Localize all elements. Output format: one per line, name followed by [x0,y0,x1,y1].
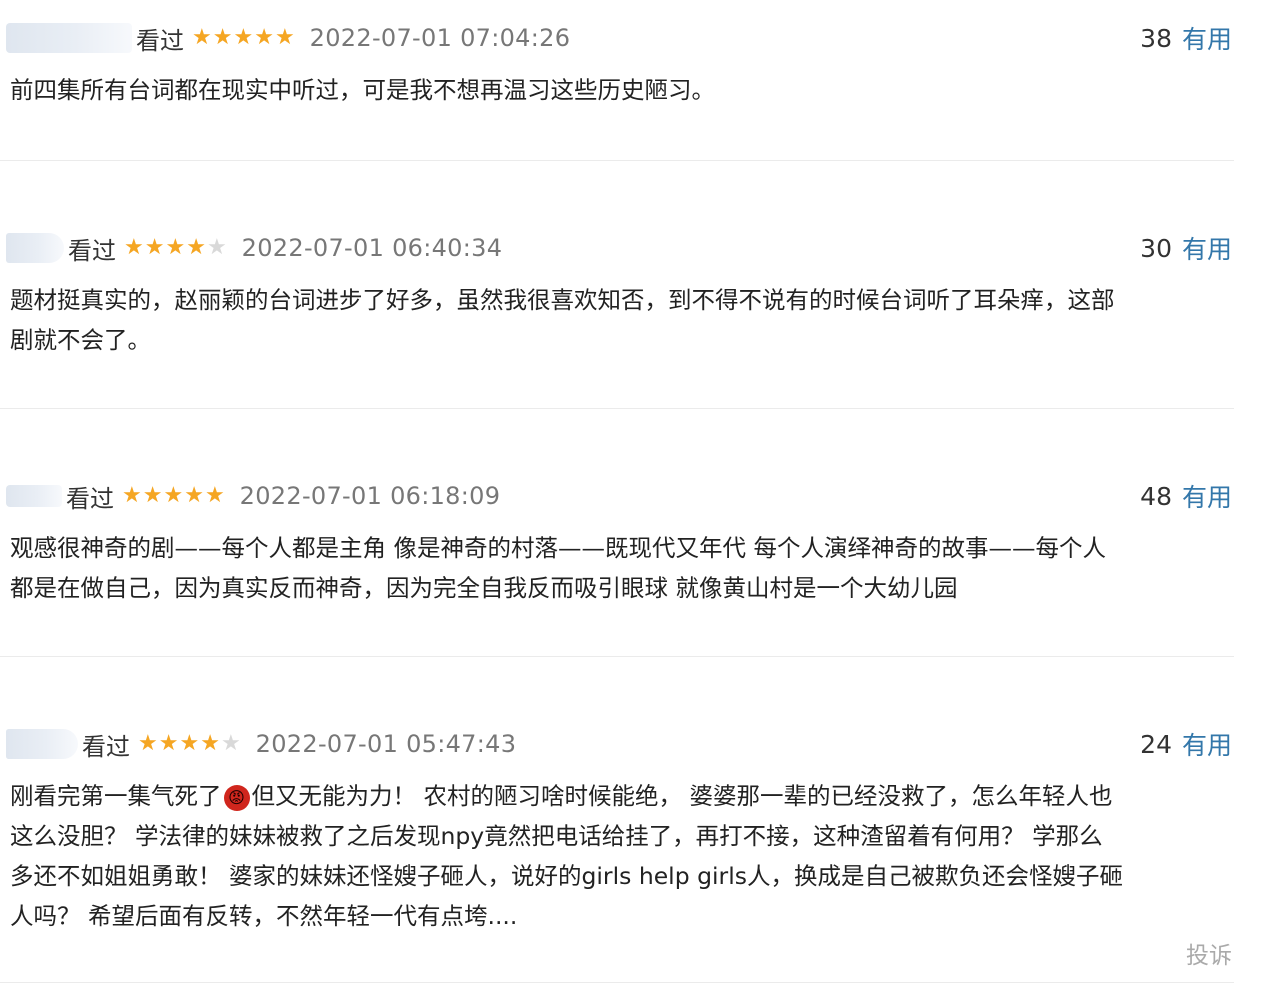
vote-count: 48 [1140,481,1172,511]
review-text: 观感很神奇的剧——每个人都是主角 像是神奇的村落——既现代又年代 每个人演绎神奇… [10,528,1235,608]
star-icon: ★ [158,731,179,756]
watched-status: 看过 [82,732,130,761]
review-meta: 看过 ★ ★ ★ ★ ★ 2022-07-01 06:18:09 [0,476,1240,516]
angry-face-icon: 😡 [223,784,250,811]
review-time: 2022-07-01 07:04:26 [309,24,571,52]
useful-button[interactable]: 有用 [1182,478,1232,514]
review-text-line: 这么没胆？ 学法律的妹妹被救了之后发现npy竟然把电话给挂了，再打不接，这种渣留… [10,822,1103,850]
star-icon: ★ [184,483,204,508]
star-icon: ★ [186,235,206,260]
star-icon: ★ [122,483,142,508]
review-time: 2022-07-01 06:40:34 [241,234,503,262]
useful-votes: 48 有用 [1140,476,1232,516]
divider [0,982,1234,983]
star-icon: ★ [233,25,254,50]
useful-button[interactable]: 有用 [1182,726,1232,762]
review-text-line: 观感很神奇的剧——每个人都是主角 像是神奇的村落——既现代又年代 每个人演绎神奇… [10,534,1106,562]
rating-stars: ★ ★ ★ ★ ★ [138,733,242,755]
rating-stars: ★ ★ ★ ★ ★ [124,237,228,259]
review-text-segment: 但又无能为力！ 农村的陋习啥时候能绝， 婆婆那一辈的已经没救了，怎么年轻人也 [251,782,1113,810]
star-icon: ★ [163,483,184,508]
divider [0,408,1234,409]
avatar[interactable] [6,729,78,759]
review-meta: 看过 ★ ★ ★ ★ ★ 2022-07-01 07:04:26 [0,18,1240,58]
star-empty-icon: ★ [220,731,241,756]
review-meta: 看过 ★ ★ ★ ★ ★ 2022-07-01 05:47:43 [0,724,1240,764]
review-text-line: 多还不如姐姐勇敢！ 婆家的妹妹还怪嫂子砸人，说好的girls help girl… [10,862,1123,890]
review-text-line: 都是在做自己，因为真实反而神奇，因为完全自我反而吸引眼球 就像黄山村是一个大幼儿… [10,574,958,602]
review-text-line: 人吗？ 希望后面有反转，不然年轻一代有点垮.... [10,902,518,930]
star-icon: ★ [179,731,200,756]
review-time: 2022-07-01 05:47:43 [255,730,517,758]
star-icon: ★ [204,483,225,508]
useful-button[interactable]: 有用 [1182,230,1232,266]
vote-count: 30 [1140,233,1172,263]
useful-votes: 38 有用 [1140,18,1232,58]
star-icon: ★ [142,483,163,508]
star-icon: ★ [138,731,158,756]
review-text-line: 剧就不会了。 [10,326,151,354]
review-text: 题材挺真实的，赵丽颖的台词进步了好多，虽然我很喜欢知否，到不得不说有的时候台词听… [10,280,1235,360]
star-icon: ★ [165,235,186,260]
watched-status: 看过 [66,484,114,513]
star-empty-icon: ★ [206,235,227,260]
star-icon: ★ [254,25,274,50]
review-text: 刚看完第一集气死了 😡 但又无能为力！ 农村的陋习啥时候能绝， 婆婆那一辈的已经没救… [10,776,1235,936]
watched-status: 看过 [136,26,184,55]
review-text: 前四集所有台词都在现实中听过，可是我不想再温习这些历史陋习。 [10,70,1235,110]
useful-button[interactable]: 有用 [1182,20,1232,56]
review-time: 2022-07-01 06:18:09 [239,482,501,510]
star-icon: ★ [192,25,212,50]
review-text-line: 题材挺真实的，赵丽颖的台词进步了好多，虽然我很喜欢知否，到不得不说有的时候台词听… [10,286,1115,314]
avatar[interactable] [6,485,62,507]
avatar[interactable] [6,233,64,263]
review-text-line: 刚看完第一集气死了 😡 但又无能为力！ 农村的陋习啥时候能绝， 婆婆那一辈的已经没救… [10,776,1235,816]
rating-stars: ★ ★ ★ ★ ★ [122,485,226,507]
review-meta: 看过 ★ ★ ★ ★ ★ 2022-07-01 06:40:34 [0,228,1240,268]
star-icon: ★ [212,25,233,50]
watched-status: 看过 [68,236,116,265]
report-link[interactable]: 投诉 [1186,936,1232,970]
vote-count: 38 [1140,23,1172,53]
vote-count: 24 [1140,729,1172,759]
star-icon: ★ [274,25,295,50]
useful-votes: 24 有用 [1140,724,1232,764]
review-text-line: 前四集所有台词都在现实中听过，可是我不想再温习这些历史陋习。 [10,76,715,104]
star-icon: ★ [200,731,220,756]
rating-stars: ★ ★ ★ ★ ★ [192,27,296,49]
useful-votes: 30 有用 [1140,228,1232,268]
avatar[interactable] [6,23,132,53]
divider [0,656,1234,657]
star-icon: ★ [144,235,165,260]
star-icon: ★ [124,235,144,260]
divider [0,160,1234,161]
review-text-segment: 刚看完第一集气死了 [10,782,222,810]
